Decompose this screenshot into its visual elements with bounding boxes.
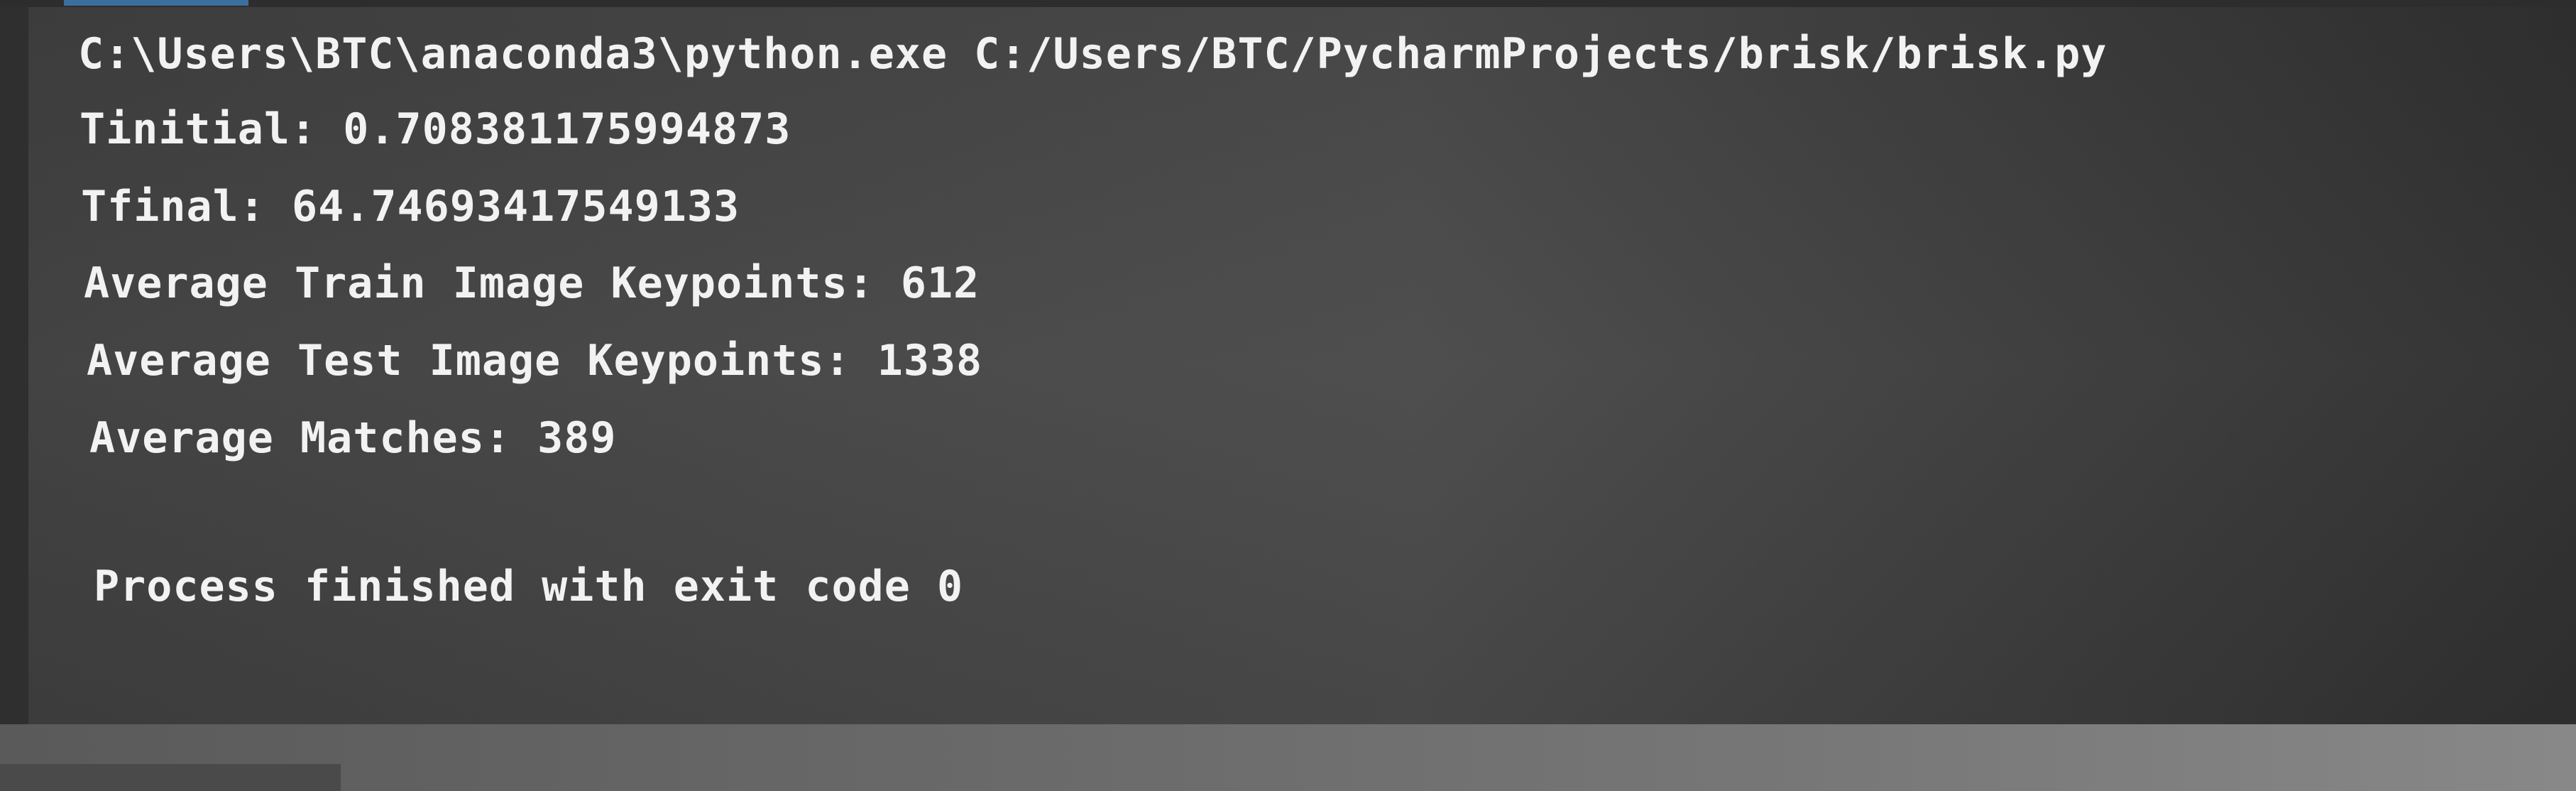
console-gutter (0, 7, 28, 724)
bottom-status-area (0, 724, 2576, 791)
output-line-tfinal: Tfinal: 64.74693417549133 (81, 182, 740, 231)
bottom-scroll-segment (0, 764, 341, 791)
command-line: C:\Users\BTC\anaconda3\python.exe C:/Use… (78, 29, 2108, 79)
process-exit-message: Process finished with exit code 0 (94, 562, 964, 611)
output-line-test-keypoints: Average Test Image Keypoints: 1338 (87, 336, 983, 386)
terminal-screen: C:\Users\BTC\anaconda3\python.exe C:/Use… (0, 0, 2576, 791)
output-line-tinitial: Tinitial: 0.70838117599487З (80, 104, 791, 154)
output-line-train-keypoints: Average Train Image Keypoints: 612 (84, 258, 980, 308)
output-line-matches: Average Matches: 389 (89, 413, 617, 463)
active-tab-indicator (64, 0, 248, 6)
window-top-bar (0, 0, 2576, 7)
run-console-output[interactable]: C:\Users\BTC\anaconda3\python.exe C:/Use… (28, 7, 2576, 724)
